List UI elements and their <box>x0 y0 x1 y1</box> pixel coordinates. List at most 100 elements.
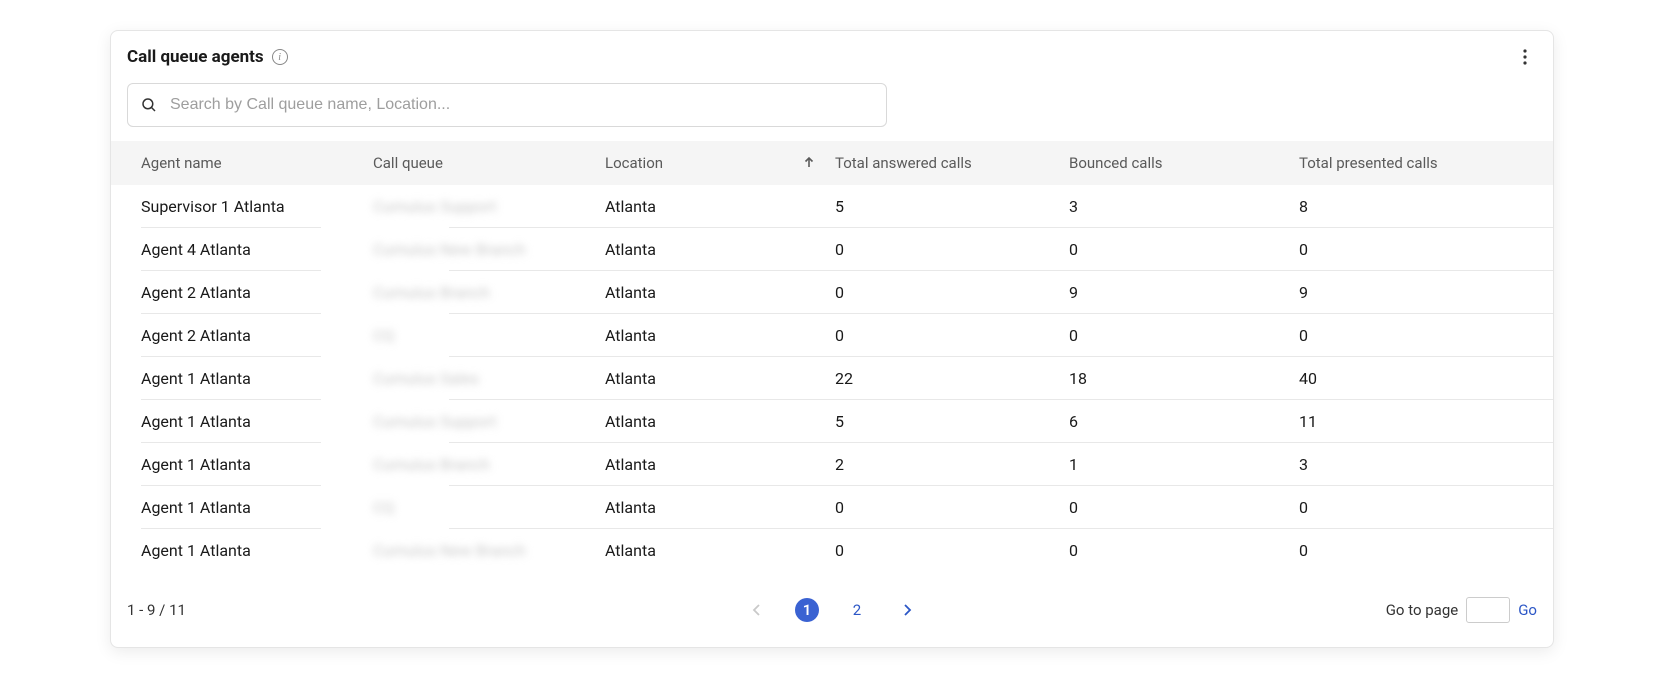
cell-queue: Cumulus Support <box>373 197 605 216</box>
cell-queue: CQ <box>373 326 605 345</box>
goto-go-button[interactable]: Go <box>1518 601 1537 619</box>
next-page-icon[interactable] <box>895 598 919 622</box>
search-input[interactable] <box>168 95 874 115</box>
call-queue-agents-card: Call queue agents i Agent name Call queu… <box>110 30 1554 648</box>
row-separator <box>111 399 1553 400</box>
page-1-button[interactable]: 1 <box>795 598 819 622</box>
col-header-answered[interactable]: Total answered calls <box>835 154 1069 172</box>
cell-presented: 0 <box>1299 541 1489 560</box>
cell-bounced: 6 <box>1069 412 1299 431</box>
table-row[interactable]: Agent 2 AtlantaCumulus BranchAtlanta099 <box>111 271 1553 313</box>
row-separator <box>111 528 1553 529</box>
cell-queue: Cumulus New Branch <box>373 240 605 259</box>
cell-agent: Agent 1 Atlanta <box>141 369 373 388</box>
cell-presented: 0 <box>1299 498 1489 517</box>
goto-label: Go to page <box>1386 601 1459 619</box>
col-header-agent[interactable]: Agent name <box>141 154 373 172</box>
goto-input[interactable] <box>1466 597 1510 623</box>
row-separator <box>111 356 1553 357</box>
cell-presented: 40 <box>1299 369 1489 388</box>
row-separator <box>111 270 1553 271</box>
cell-location: Atlanta <box>605 369 835 388</box>
cell-agent: Agent 1 Atlanta <box>141 455 373 474</box>
cell-bounced: 18 <box>1069 369 1299 388</box>
cell-location: Atlanta <box>605 240 835 259</box>
cell-queue: Cumulus Support <box>373 412 605 431</box>
cell-queue: Cumulus Branch <box>373 455 605 474</box>
sort-asc-icon <box>803 154 815 172</box>
row-separator <box>111 227 1553 228</box>
cell-agent: Agent 1 Atlanta <box>141 541 373 560</box>
cell-answered: 22 <box>835 369 1069 388</box>
pagination-range: 1 - 9 / 11 <box>127 601 186 619</box>
pager: 1 2 <box>745 598 919 622</box>
table-row[interactable]: Agent 4 AtlantaCumulus New BranchAtlanta… <box>111 228 1553 270</box>
cell-answered: 0 <box>835 326 1069 345</box>
table-row[interactable]: Supervisor 1 AtlantaCumulus SupportAtlan… <box>111 185 1553 227</box>
cell-answered: 5 <box>835 197 1069 216</box>
table-row[interactable]: Agent 1 AtlantaCumulus BranchAtlanta213 <box>111 443 1553 485</box>
row-separator <box>111 313 1553 314</box>
cell-presented: 8 <box>1299 197 1489 216</box>
info-icon[interactable]: i <box>272 49 288 65</box>
cell-queue: Cumulus New Branch <box>373 541 605 560</box>
search-row <box>111 75 1553 141</box>
cell-location: Atlanta <box>605 326 835 345</box>
more-options-icon[interactable] <box>1513 45 1537 69</box>
cell-presented: 3 <box>1299 455 1489 474</box>
cell-agent: Agent 1 Atlanta <box>141 412 373 431</box>
table-footer: 1 - 9 / 11 1 2 Go to page Go <box>111 571 1553 637</box>
prev-page-icon <box>745 598 769 622</box>
table-row[interactable]: Agent 1 AtlantaCumulus New BranchAtlanta… <box>111 529 1553 571</box>
page-2-button[interactable]: 2 <box>845 598 869 622</box>
cell-location: Atlanta <box>605 283 835 302</box>
agents-table: Agent name Call queue Location Total ans… <box>111 141 1553 571</box>
cell-answered: 0 <box>835 240 1069 259</box>
cell-bounced: 9 <box>1069 283 1299 302</box>
cell-queue: Cumulus Branch <box>373 283 605 302</box>
cell-location: Atlanta <box>605 541 835 560</box>
col-header-location[interactable]: Location <box>605 154 835 172</box>
table-row[interactable]: Agent 1 AtlantaCumulus SupportAtlanta561… <box>111 400 1553 442</box>
table-header: Agent name Call queue Location Total ans… <box>111 141 1553 185</box>
col-header-presented[interactable]: Total presented calls <box>1299 154 1489 172</box>
cell-location: Atlanta <box>605 197 835 216</box>
cell-agent: Agent 4 Atlanta <box>141 240 373 259</box>
cell-answered: 5 <box>835 412 1069 431</box>
card-title: Call queue agents <box>127 47 264 67</box>
cell-queue: CQ <box>373 498 605 517</box>
cell-presented: 0 <box>1299 326 1489 345</box>
cell-agent: Agent 1 Atlanta <box>141 498 373 517</box>
cell-bounced: 0 <box>1069 326 1299 345</box>
card-header: Call queue agents i <box>111 31 1553 75</box>
cell-answered: 0 <box>835 283 1069 302</box>
col-header-queue[interactable]: Call queue <box>373 154 605 172</box>
cell-presented: 9 <box>1299 283 1489 302</box>
cell-agent: Agent 2 Atlanta <box>141 326 373 345</box>
cell-location: Atlanta <box>605 412 835 431</box>
cell-bounced: 1 <box>1069 455 1299 474</box>
table-row[interactable]: Agent 1 AtlantaCumulus SalesAtlanta22184… <box>111 357 1553 399</box>
search-icon <box>140 96 158 114</box>
cell-presented: 0 <box>1299 240 1489 259</box>
table-row[interactable]: Agent 2 AtlantaCQAtlanta000 <box>111 314 1553 356</box>
cell-answered: 0 <box>835 498 1069 517</box>
cell-agent: Supervisor 1 Atlanta <box>141 197 373 216</box>
cell-bounced: 0 <box>1069 240 1299 259</box>
goto-page: Go to page Go <box>1386 597 1537 623</box>
table-row[interactable]: Agent 1 AtlantaCQAtlanta000 <box>111 486 1553 528</box>
col-header-bounced[interactable]: Bounced calls <box>1069 154 1299 172</box>
cell-queue: Cumulus Sales <box>373 369 605 388</box>
cell-answered: 0 <box>835 541 1069 560</box>
search-box[interactable] <box>127 83 887 127</box>
cell-location: Atlanta <box>605 455 835 474</box>
cell-answered: 2 <box>835 455 1069 474</box>
row-separator <box>111 485 1553 486</box>
cell-agent: Agent 2 Atlanta <box>141 283 373 302</box>
cell-presented: 11 <box>1299 412 1489 431</box>
table-body: Supervisor 1 AtlantaCumulus SupportAtlan… <box>111 185 1553 571</box>
cell-bounced: 0 <box>1069 498 1299 517</box>
row-separator <box>111 442 1553 443</box>
cell-bounced: 3 <box>1069 197 1299 216</box>
cell-bounced: 0 <box>1069 541 1299 560</box>
